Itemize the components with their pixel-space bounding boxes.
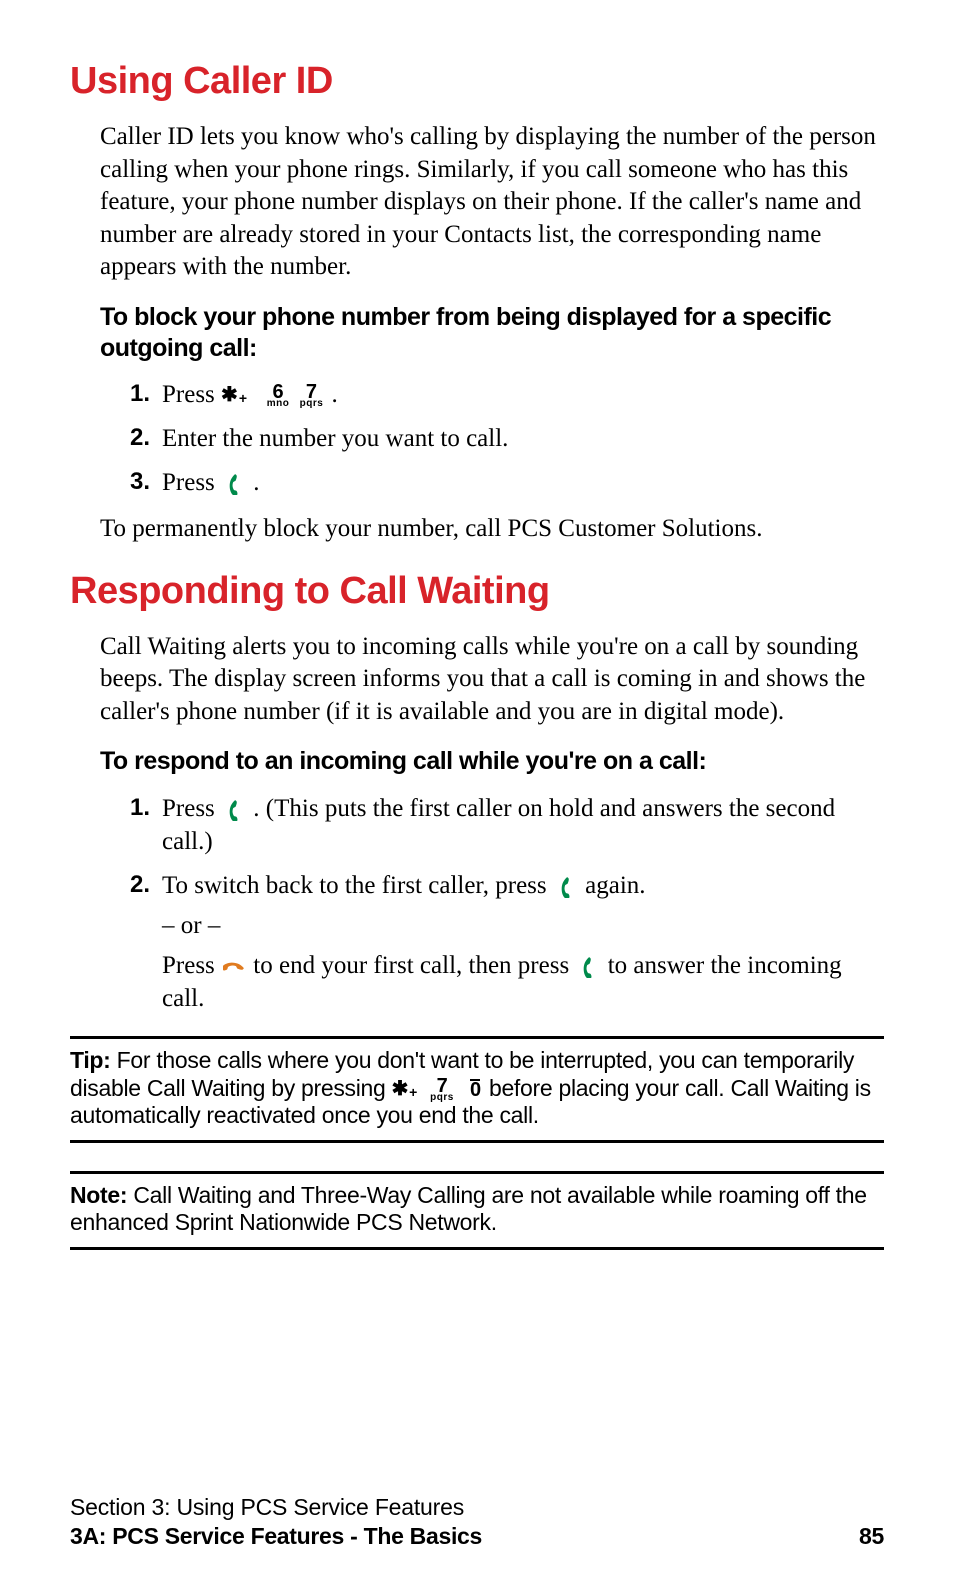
call-waiting-description: Call Waiting alerts you to incoming call…: [100, 631, 884, 729]
talk-key-icon: [223, 799, 245, 821]
step-number: 2.: [130, 422, 150, 454]
note-lead: Note:: [70, 1182, 127, 1208]
step-2: 2. To switch back to the first caller, p…: [130, 869, 884, 1016]
step-text-pre: Press: [162, 795, 221, 822]
footer-section: Section 3: Using PCS Service Features: [70, 1494, 884, 1521]
block-subhead: To block your phone number from being di…: [100, 302, 884, 365]
step-number: 2.: [130, 869, 150, 901]
key-0-icon: 0: [470, 1082, 481, 1098]
talk-key-icon: [223, 473, 245, 495]
footer-chapter: 3A: PCS Service Features - The Basics: [70, 1523, 482, 1550]
respond-steps: 1. Press . (This puts the first caller o…: [100, 792, 884, 1017]
key-7-letters: pqrs: [430, 1094, 454, 1102]
tip-lead: Tip:: [70, 1047, 111, 1073]
page-footer: Section 3: Using PCS Service Features 3A…: [70, 1494, 884, 1550]
key-7-icon: 7 pqrs: [300, 384, 324, 408]
key-7-icon: 7 pqrs: [430, 1078, 454, 1102]
heading-call-waiting: Responding to Call Waiting: [70, 570, 884, 613]
step-text-pre: Press: [162, 381, 221, 408]
key-6-letters: mno: [267, 400, 290, 408]
step-text-post: again.: [585, 872, 645, 899]
heading-caller-id: Using Caller ID: [70, 60, 884, 103]
step-3: 3. Press .: [130, 466, 884, 500]
caller-id-description: Caller ID lets you know who's calling by…: [100, 121, 884, 284]
note-text: Call Waiting and Three-Way Calling are n…: [70, 1182, 867, 1236]
step-number: 3.: [130, 466, 150, 498]
permanent-block-note: To permanently block your number, call P…: [100, 513, 884, 546]
step-text-post: . (This puts the first caller on hold an…: [162, 795, 835, 856]
tip-box: Tip: For those calls where you don't wan…: [70, 1036, 884, 1143]
respond-subhead: To respond to an incoming call while you…: [100, 746, 884, 777]
step-1: 1. Press 6 mno 7 pqrs .: [130, 378, 884, 412]
or-divider: – or –: [162, 909, 884, 943]
step-2-alt: Press to end your first call, then press…: [162, 949, 884, 1017]
step-1: 1. Press . (This puts the first caller o…: [130, 792, 884, 860]
step-text: Enter the number you want to call.: [162, 425, 508, 452]
talk-key-icon: [555, 876, 577, 898]
block-steps: 1. Press 6 mno 7 pqrs . 2. Enter the num…: [100, 378, 884, 499]
step-number: 1.: [130, 378, 150, 410]
star-key-icon: [221, 382, 246, 406]
talk-key-icon: [577, 956, 599, 978]
step-text-pre: To switch back to the first caller, pres…: [162, 872, 553, 899]
step-text-post: .: [332, 381, 338, 408]
step-text-post: .: [253, 469, 259, 496]
star-key-icon: [392, 1076, 416, 1100]
step-2: 2. Enter the number you want to call.: [130, 422, 884, 456]
note-box: Note: Call Waiting and Three-Way Calling…: [70, 1171, 884, 1250]
alt-b: to end your first call, then press: [253, 952, 575, 979]
step-text-pre: Press: [162, 469, 221, 496]
end-key-icon: [223, 956, 245, 978]
key-0-digit: 0: [470, 1082, 481, 1098]
alt-a: Press: [162, 952, 221, 979]
footer-page-number: 85: [859, 1523, 884, 1550]
key-6-icon: 6 mno: [267, 384, 290, 408]
key-7-letters: pqrs: [300, 400, 324, 408]
step-number: 1.: [130, 792, 150, 824]
